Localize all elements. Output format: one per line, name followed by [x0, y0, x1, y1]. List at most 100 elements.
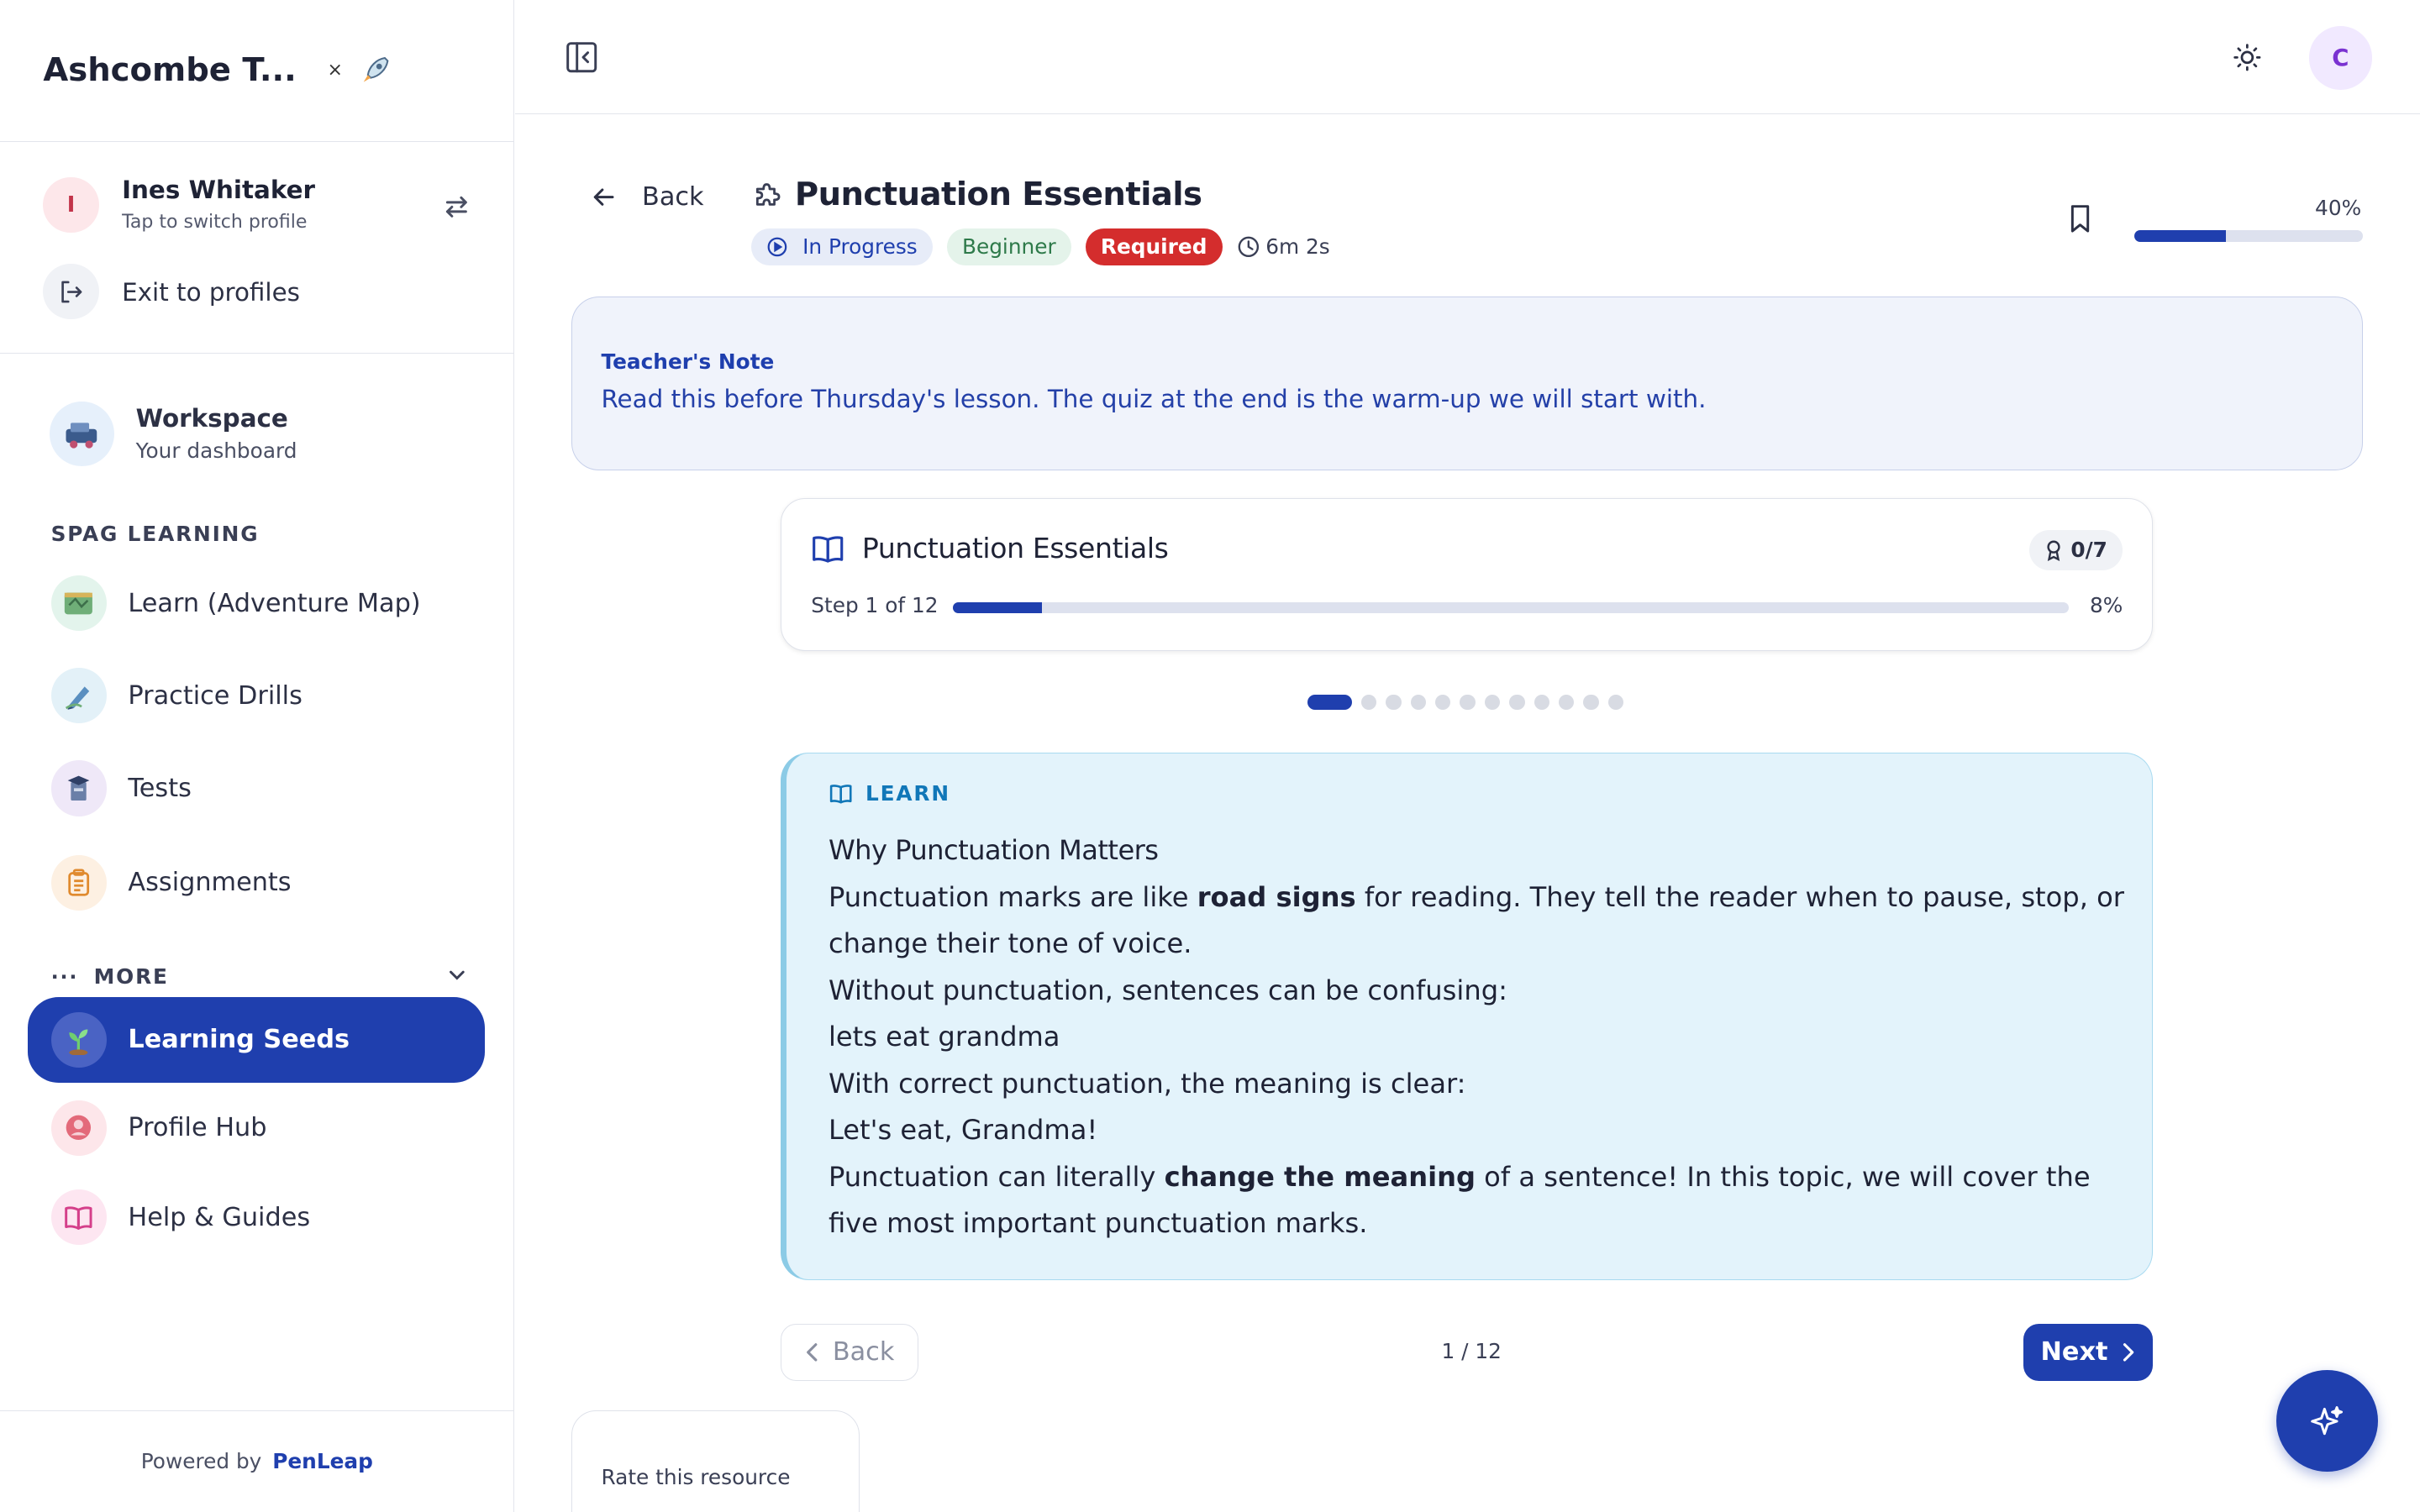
page-counter: 1 / 12 [1441, 1339, 1502, 1364]
powered-by-brand[interactable]: PenLeap [272, 1449, 373, 1473]
profile-avatar[interactable]: I [43, 177, 99, 234]
sun-icon[interactable] [2232, 42, 2263, 73]
exit-to-profiles-link[interactable]: Exit to profiles [122, 278, 300, 307]
step-dot[interactable] [1534, 694, 1549, 710]
sidebar-item-label: Learn (Adventure Map) [128, 588, 421, 618]
required-badge: Required [1085, 228, 1223, 265]
clock-icon [1238, 236, 1260, 258]
step-progress-bar [953, 602, 2070, 614]
lesson-progress-fill [2134, 229, 2226, 243]
text-run: Punctuation can literally [828, 1160, 1165, 1193]
previous-button[interactable]: Back [781, 1323, 918, 1381]
step-dot[interactable] [1435, 694, 1451, 710]
rating-label: Rate this resource [601, 1465, 791, 1490]
learn-example: lets eat grandma [828, 1021, 1060, 1053]
pen-icon [50, 668, 107, 724]
brand-title[interactable]: Ashcombe T... [43, 51, 296, 89]
step-dot[interactable] [1410, 694, 1427, 710]
step-dot[interactable] [1460, 694, 1476, 710]
chevron-right-icon [2123, 1343, 2134, 1362]
rocket-icon [364, 56, 389, 82]
play-circle-icon [767, 237, 787, 257]
workspace-link[interactable]: Workspace Your dashboard [0, 383, 514, 491]
section-label-spag: SPAG LEARNING [50, 521, 260, 546]
powered-by-text: Powered by [140, 1449, 262, 1474]
map-icon [50, 575, 107, 632]
step-dot[interactable] [1558, 694, 1575, 710]
profile-name[interactable]: Ines Whitaker [122, 176, 315, 204]
sidebar-item-profile-hub[interactable]: Profile Hub [28, 1084, 485, 1171]
sidebar-item-learn-map[interactable]: Learn (Adventure Map) [28, 560, 485, 647]
bookmark-icon[interactable] [2066, 203, 2094, 234]
workspace-title: Workspace [135, 404, 288, 433]
learn-paragraph: With correct punctuation, the meaning is… [828, 1067, 1466, 1100]
learn-card: LEARN Why Punctuation Matters Punctuatio… [781, 753, 2154, 1281]
more-label: MORE [93, 964, 169, 990]
powered-by-footer: Powered by PenLeap [0, 1410, 514, 1512]
score-badge: 0/7 [2028, 529, 2123, 570]
rating-card: Rate this resource [571, 1410, 860, 1512]
sidebar-collapse-icon[interactable] [565, 40, 598, 74]
step-dot[interactable] [1307, 694, 1352, 710]
award-icon [2047, 540, 2060, 561]
time-label: 6m 2s [1265, 234, 1330, 260]
book-open-icon [813, 536, 844, 563]
chevron-down-icon [449, 970, 465, 980]
sidebar-item-learning-seeds[interactable]: Learning Seeds [28, 996, 485, 1084]
sidebar-item-tests[interactable]: Tests [28, 745, 485, 832]
sidebar-item-assignments[interactable]: Assignments [28, 839, 485, 926]
sidebar-item-practice-drills[interactable]: Practice Drills [28, 653, 485, 739]
profile-subtitle: Tap to switch profile [122, 211, 308, 233]
sidebar-item-help-guides[interactable]: Help & Guides [28, 1174, 485, 1261]
back-link[interactable]: Back [591, 181, 704, 212]
step-dot[interactable] [1607, 694, 1624, 710]
more-toggle[interactable]: ··· MORE [51, 963, 468, 990]
teacher-note-title: Teacher's Note [601, 349, 775, 375]
emphasis-text: change the meaning [1164, 1160, 1476, 1193]
step-dot[interactable] [1360, 694, 1377, 710]
ai-assistant-button[interactable] [2276, 1369, 2379, 1473]
arrow-left-icon [594, 188, 614, 206]
next-label: Next [2040, 1337, 2108, 1368]
step-dot[interactable] [1484, 694, 1501, 710]
clipboard-icon [50, 854, 107, 911]
workspace-subtitle: Your dashboard [135, 438, 297, 463]
learn-tag: LEARN [829, 781, 950, 806]
learn-content: Why Punctuation Matters Punctuation mark… [829, 827, 2125, 1247]
sidebar-item-label: Learning Seeds [128, 1025, 350, 1055]
lesson-title-row: Punctuation Essentials [751, 176, 1202, 213]
sidebar: Ashcombe T... × I Ines Whitaker Tap to s… [0, 0, 514, 1512]
step-dot[interactable] [1386, 694, 1402, 710]
next-button[interactable]: Next [2023, 1323, 2154, 1381]
teacher-note: Teacher's Note Read this before Thursday… [571, 296, 2363, 471]
step-dot[interactable] [1509, 694, 1525, 710]
step-progress-card: Punctuation Essentials 0/7 Step 1 of 12 … [781, 498, 2154, 652]
level-badge: Beginner [946, 228, 1072, 265]
sidebar-item-label: Tests [128, 774, 192, 804]
brand-header: Ashcombe T... × [0, 0, 513, 142]
sidebar-item-label: Profile Hub [128, 1113, 267, 1143]
book-open-icon [50, 1189, 107, 1246]
switch-profile-icon[interactable] [441, 192, 472, 223]
workspace-icon [49, 401, 114, 466]
sidebar-item-label: Assignments [128, 868, 292, 898]
teacher-note-text: Read this before Thursday's lesson. The … [601, 385, 1707, 414]
lesson-badges: In Progress Beginner Required 6m 2s [751, 228, 1330, 265]
profile-block: I Ines Whitaker Tap to switch profile Ex… [0, 142, 513, 354]
puzzle-icon [756, 182, 781, 206]
learn-paragraph: Punctuation can literally change the mea… [829, 1154, 2125, 1247]
close-icon[interactable]: × [328, 60, 343, 81]
exit-icon[interactable] [43, 264, 99, 320]
step-dot[interactable] [1583, 694, 1599, 710]
user-avatar[interactable]: C [2308, 26, 2372, 90]
step-label: Step 1 of 12 [811, 593, 939, 618]
learn-paragraph: Punctuation marks are like road signs fo… [829, 874, 2125, 968]
step-card-title: Punctuation Essentials [861, 531, 1169, 564]
profile-badge-icon [50, 1100, 107, 1156]
back-label: Back [642, 181, 704, 212]
lesson-title: Punctuation Essentials [794, 176, 1202, 214]
score-label: 0/7 [2070, 538, 2107, 563]
text-run: Punctuation marks are like [828, 880, 1197, 913]
step-progress-fill [953, 602, 1043, 614]
sparkles-icon [2310, 1405, 2343, 1435]
